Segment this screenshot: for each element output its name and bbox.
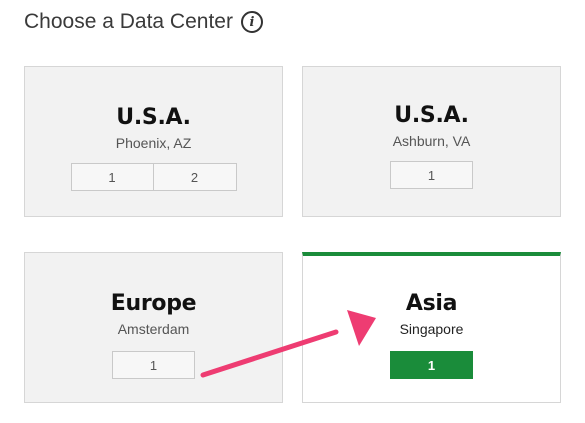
city-name: Singapore: [399, 321, 464, 337]
city-name: Ashburn, VA: [392, 133, 471, 149]
server-1-button[interactable]: 1: [70, 163, 154, 191]
region-name: U.S.A.: [394, 103, 469, 128]
datacenter-card-singapore[interactable]: Asia Singapore 1: [302, 252, 561, 403]
server-button-group: 1 2: [70, 163, 237, 191]
server-button-group: 1: [112, 351, 195, 379]
datacenter-card-phoenix[interactable]: U.S.A. Phoenix, AZ 1 2: [24, 66, 283, 217]
page-title: Choose a Data Center: [24, 10, 233, 33]
server-button-group: 1: [390, 351, 473, 379]
server-2-button[interactable]: 2: [153, 163, 237, 191]
datacenter-card-amsterdam[interactable]: Europe Amsterdam 1: [24, 252, 283, 403]
server-1-button[interactable]: 1: [112, 351, 195, 379]
region-name: Europe: [110, 291, 197, 316]
server-button-group: 1: [390, 161, 473, 189]
region-name: Asia: [405, 291, 458, 316]
info-icon[interactable]: i: [240, 11, 263, 33]
city-name: Amsterdam: [117, 321, 190, 337]
datacenter-card-ashburn[interactable]: U.S.A. Ashburn, VA 1: [302, 66, 561, 217]
region-name: U.S.A.: [116, 105, 191, 130]
server-1-button[interactable]: 1: [390, 161, 473, 189]
page-header: Choose a Data Center i: [24, 8, 263, 36]
server-1-button[interactable]: 1: [390, 351, 473, 379]
city-name: Phoenix, AZ: [115, 135, 192, 151]
